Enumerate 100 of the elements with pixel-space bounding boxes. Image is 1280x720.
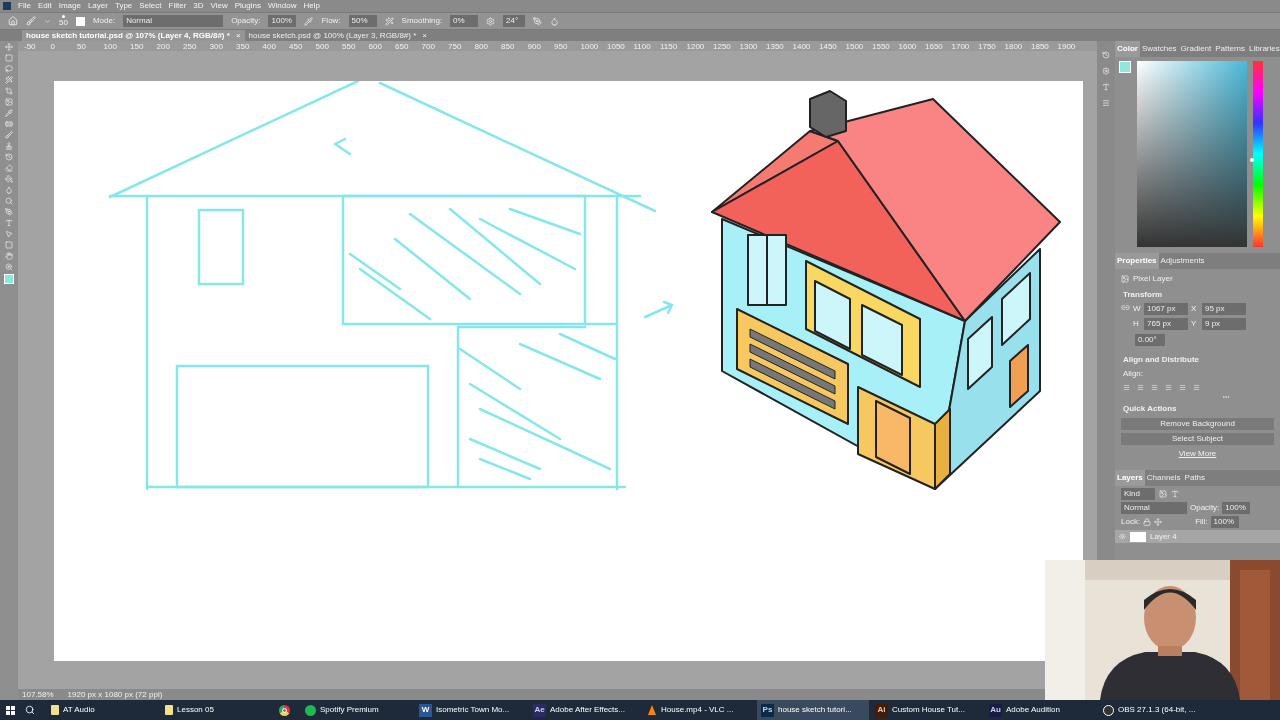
mode-dropdown[interactable]: Normal [123,15,224,27]
menu-item[interactable]: Edit [37,0,52,12]
align-icon[interactable] [1123,384,1130,391]
windows-start-icon[interactable] [6,705,15,715]
tool-icon[interactable] [5,98,13,106]
history-icon[interactable] [1102,51,1110,59]
align-icon[interactable] [1193,384,1200,391]
more-icon[interactable] [1222,393,1230,401]
lock-icon[interactable] [1143,518,1152,526]
menu-item[interactable]: File [18,0,31,12]
tool-icon[interactable] [5,76,13,84]
document-tab[interactable]: house sketch.psd @ 100% (Layer 3, RGB/8#) * × [244,30,431,41]
visibility-icon[interactable] [1119,533,1126,540]
angle-field[interactable]: 0.00° [1135,334,1165,346]
panel-tab[interactable]: Channels [1144,470,1183,486]
taskbar-app[interactable]: Ae Adobe After Effects... [529,700,641,720]
panel-tab[interactable]: Adjustments [1158,253,1207,269]
caret-icon[interactable] [44,17,51,25]
taskbar-app[interactable]: Lesson 05 [161,700,273,720]
height-field[interactable]: 765 px [1144,318,1188,330]
align-icon[interactable] [1137,384,1144,391]
color-picker-field[interactable] [1137,61,1247,247]
home-icon[interactable] [8,16,18,26]
search-icon[interactable] [25,705,35,715]
taskbar-app[interactable]: Ps house sketch tutori... [757,700,869,720]
tool-icon[interactable] [5,54,13,62]
menu-item[interactable]: Layer [87,0,108,12]
layer-filter-dropdown[interactable]: Kind [1121,488,1155,500]
blend-mode-dropdown[interactable]: Normal [1121,502,1187,514]
tool-icon[interactable] [5,186,13,194]
app-icon[interactable]: Au [989,703,1002,717]
tool-icon[interactable] [5,142,13,150]
quick-action-button[interactable]: Select Subject [1121,433,1274,445]
align-icon[interactable] [1179,384,1186,391]
panel-tab[interactable]: Swatches [1139,41,1179,57]
panel-settings-icon[interactable] [1102,67,1110,75]
app-icon[interactable]: Ps [761,703,774,717]
tool-icon[interactable] [5,43,13,51]
x-field[interactable]: 95 px [1202,303,1246,315]
close-tab-button[interactable]: × [422,29,427,42]
tool-icon[interactable] [5,131,13,139]
menu-item[interactable]: Help [303,0,320,12]
menu-item[interactable]: View [210,0,228,12]
opacity-field[interactable]: 100% [268,15,297,27]
tool-icon[interactable] [5,197,13,205]
y-field[interactable]: 9 px [1202,318,1246,330]
tool-icon[interactable] [5,153,13,161]
taskbar-app[interactable]: Au Adobe Audition [985,700,1097,720]
taskbar-app[interactable]: OBS 27.1.3 (64-bit, ... [1099,700,1211,720]
hue-slider-thumb[interactable] [1250,157,1254,162]
panel-tab[interactable]: Patterns [1213,41,1248,57]
type-filter-icon[interactable] [1171,490,1179,498]
taskbar-app[interactable]: Ai Custom House Tut... [871,700,983,720]
close-tab-button[interactable]: × [235,29,241,42]
lock-position-icon[interactable] [1154,518,1163,526]
taskbar-app[interactable]: AT Audio [47,700,159,720]
panel-tab[interactable]: Color [1115,41,1140,57]
align-icon[interactable] [1165,384,1172,391]
panel-tab[interactable]: Libraries [1247,41,1280,57]
taskbar-app[interactable]: Spotify Premium [301,700,413,720]
menu-item[interactable]: 3D [193,0,204,12]
app-icon[interactable]: Ai [875,703,888,717]
taskbar-app[interactable]: W Isometric Town Mo... [415,700,527,720]
color-swatch-icon[interactable] [4,274,14,284]
menu-item[interactable]: Select [139,0,162,12]
settings-icon[interactable] [486,16,496,26]
fill-field[interactable]: 100% [1210,516,1239,528]
word-icon[interactable]: W [419,703,432,717]
tool-icon[interactable] [5,175,13,183]
panel-tab[interactable]: Paths [1182,470,1208,486]
menu-item[interactable]: Image [58,0,81,12]
panel-tab[interactable]: Gradient [1178,41,1214,57]
panel-tab[interactable]: Properties [1115,253,1159,269]
tool-icon[interactable] [5,109,13,117]
quick-action-button[interactable]: Remove Background [1121,418,1274,430]
align-icon[interactable] [1151,384,1158,391]
smoothing-field[interactable]: 0% [450,15,479,27]
menu-item[interactable]: Type [114,0,133,12]
flow-field[interactable]: 50% [348,15,377,27]
character-icon[interactable] [1102,83,1110,91]
document-tab[interactable]: house sketch tutorial.psd @ 107% (Layer 4, RGB/8#) * × [22,30,245,41]
taskbar-app[interactable]: House.mp4 - VLC ... [643,700,755,720]
filter-icon[interactable] [1159,490,1167,498]
tool-icon[interactable] [5,120,13,128]
foreground-color-swatch[interactable] [1119,61,1131,73]
tool-icon[interactable] [5,252,13,260]
tool-icon[interactable] [5,208,13,216]
link-icon[interactable] [1121,303,1130,312]
brush-panel-icon[interactable] [75,16,85,26]
menu-item[interactable]: Window [268,0,297,12]
app-icon[interactable]: Ae [533,703,546,717]
angle-field[interactable]: 24° [503,15,526,27]
width-field[interactable]: 1067 px [1144,303,1188,315]
menu-item[interactable]: Filter [168,0,187,12]
tool-icon[interactable] [5,65,13,73]
brush-icon[interactable] [26,16,36,26]
panel-tab[interactable]: Layers [1115,470,1145,486]
tool-icon[interactable] [5,263,13,271]
hue-slider[interactable] [1253,61,1263,247]
layer-opacity-field[interactable]: 100% [1222,502,1251,514]
